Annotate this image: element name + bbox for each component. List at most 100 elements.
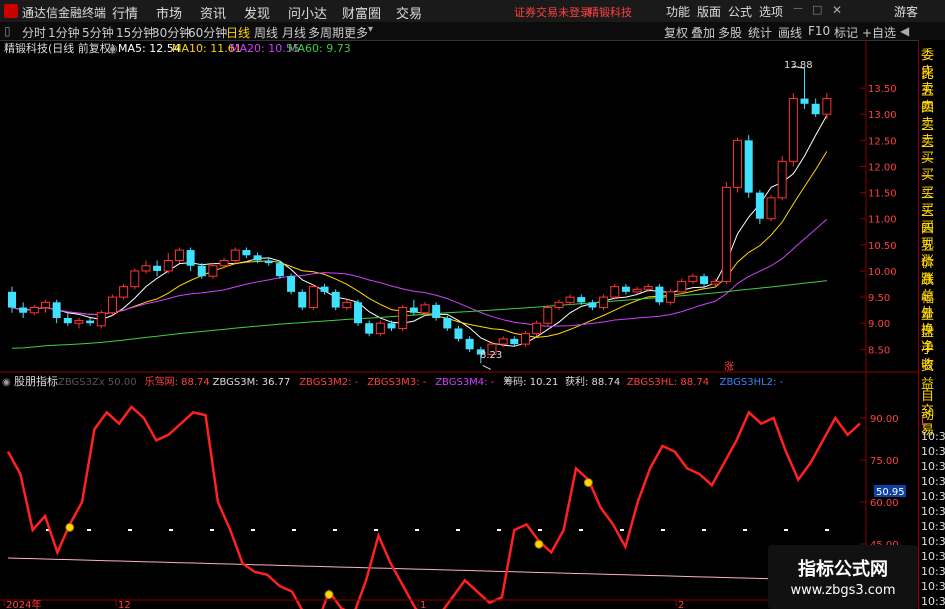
more-dropdown-icon[interactable]: ▾	[368, 24, 373, 35]
side-time-label[interactable]: L	[921, 415, 927, 428]
candle-body-down	[800, 98, 809, 104]
side-time-label[interactable]: 10:33	[921, 505, 945, 518]
candle-body-up	[29, 307, 39, 314]
menu-item-wenxiaoda[interactable]: 问小达	[288, 3, 327, 22]
btn-biaoji[interactable]: 标记	[834, 24, 858, 41]
menu-item-zixun[interactable]: 资讯	[200, 3, 226, 22]
chart-area[interactable]: 精锻科技(日线 前复权) ◉ MA5: 12.54 MA10: 11.61 MA…	[0, 40, 918, 609]
indicator-legend-item: 筹码: 10.21	[503, 375, 558, 388]
menu-item-xuanxiang[interactable]: 选项	[759, 3, 783, 20]
menu-item-jiaoyi[interactable]: 交易	[396, 3, 422, 22]
toolbar-nav-icon[interactable]: ▯	[4, 24, 11, 38]
side-time-label[interactable]: 10:33	[921, 475, 945, 488]
menu-item-caifuquan[interactable]: 财富圈	[342, 3, 381, 22]
candle-body-down	[331, 291, 340, 308]
candle-body-up	[498, 338, 508, 345]
indicator-legend-item: ZBGS3M: 36.77	[213, 377, 291, 388]
candle-body-up	[163, 260, 173, 272]
btn-zixuan[interactable]: +自选	[862, 24, 896, 41]
threshold-dot	[87, 529, 91, 531]
period-60min[interactable]: 60分钟	[188, 24, 227, 41]
minimize-icon[interactable]: —	[793, 3, 803, 14]
side-time-label[interactable]: 10:33	[921, 490, 945, 503]
indicator-legend-item: ZBGS3M2: -	[299, 377, 359, 388]
menu-item-shichang[interactable]: 市场	[156, 3, 182, 22]
menu-item-banmian[interactable]: 版面	[697, 3, 721, 20]
menu-item-faxian[interactable]: 发现	[244, 3, 270, 22]
candle-body-down	[811, 103, 820, 115]
price-axis: 13.50 13.00 12.50 12.00 11.50 11.00 10.50 10.00…	[860, 40, 897, 609]
period-fenshi[interactable]: 分时	[22, 24, 46, 41]
side-time-label[interactable]: 10:33	[921, 580, 945, 593]
menu-item-gongshi[interactable]: 公式	[728, 3, 752, 20]
price-tick-label: 9.50	[868, 293, 890, 304]
threshold-dot	[128, 529, 132, 531]
menu-item-gongneng[interactable]: 功能	[666, 3, 690, 20]
candle-body-up	[74, 320, 84, 324]
btn-fuquan[interactable]: 复权	[664, 24, 688, 41]
period-more[interactable]: 更多	[344, 24, 368, 41]
threshold-dot	[620, 529, 624, 531]
period-30min[interactable]: 30分钟	[152, 24, 191, 41]
candle-body-down	[52, 302, 61, 318]
close-icon[interactable]: ✕	[832, 3, 842, 17]
candle-body-down	[19, 307, 28, 313]
period-daily[interactable]: 日线	[226, 24, 250, 41]
candle-body-up	[520, 333, 530, 345]
period-15min[interactable]: 15分钟	[116, 24, 155, 41]
candle-body-up	[107, 296, 117, 314]
side-time-label[interactable]: 10:33	[921, 595, 945, 608]
side-time-label[interactable]: 10:33	[921, 445, 945, 458]
candle-body-down	[409, 307, 418, 313]
watermark-url: www.zbgs3.com	[790, 583, 896, 598]
guest-user[interactable]: 游客	[894, 3, 918, 20]
period-weekly[interactable]: 周线	[254, 24, 278, 41]
menu-item-hangqing[interactable]: 行情	[112, 3, 138, 22]
time-label: 2024年	[6, 598, 41, 609]
btn-diejia[interactable]: 叠加	[691, 24, 715, 41]
candle-body-down	[577, 297, 586, 303]
candle-body-up	[677, 280, 687, 293]
candle-body-up	[788, 98, 798, 162]
side-time-label[interactable]: 10:33	[921, 535, 945, 548]
indicator-legend-item: 乐驾网: 88.74	[145, 376, 210, 388]
indicator-settings-icon[interactable]: ◉	[2, 377, 11, 388]
candle-body-up	[230, 249, 240, 262]
candle-body-down	[298, 291, 307, 308]
menu-bar: 通达信金融终端 行情 市场 资讯 发现 问小达 财富圈 交易 证券交易未登录 精…	[0, 0, 945, 23]
candle-body-up	[632, 288, 642, 293]
buy-signal-icon	[65, 522, 75, 532]
candle-body-up	[733, 139, 743, 188]
candlesticks	[8, 65, 832, 370]
btn-duogu[interactable]: 多股	[718, 24, 742, 41]
login-status[interactable]: 证券交易未登录	[514, 4, 591, 20]
limit-up-mark: 涨	[724, 361, 734, 373]
maximize-icon[interactable]: □	[812, 3, 822, 16]
chart-settings-icon[interactable]: ◉	[108, 42, 118, 55]
site-watermark: 指标公式网 www.zbgs3.com	[768, 545, 918, 609]
btn-tongji[interactable]: 统计	[748, 24, 772, 41]
threshold-dot	[497, 529, 501, 531]
candle-body-down	[443, 317, 452, 329]
period-1min[interactable]: 1分钟	[48, 24, 80, 41]
side-time-label[interactable]: 10:33	[921, 550, 945, 563]
price-tick-label: 11.00	[868, 215, 897, 226]
period-multi[interactable]: 多周期	[308, 24, 344, 41]
candle-body-up	[766, 197, 776, 220]
btn-f10[interactable]: F10	[808, 24, 830, 38]
threshold-dot	[661, 529, 665, 531]
candle-body-down	[320, 286, 329, 292]
side-time-label[interactable]: 10:33	[921, 430, 945, 443]
candle-body-down	[510, 338, 519, 345]
ma10-line	[11, 151, 828, 338]
candle-body-down	[153, 265, 162, 271]
candle-body-down	[655, 286, 664, 303]
btn-huaxian[interactable]: 画线	[778, 24, 802, 41]
side-time-label[interactable]: 10:33	[921, 565, 945, 578]
time-label: 1	[420, 600, 426, 609]
nav-left-icon[interactable]: ◀	[900, 24, 909, 38]
side-time-label[interactable]: 10:33	[921, 460, 945, 473]
period-monthly[interactable]: 月线	[282, 24, 306, 41]
side-time-label[interactable]: 10:33	[921, 520, 945, 533]
period-5min[interactable]: 5分钟	[82, 24, 114, 41]
